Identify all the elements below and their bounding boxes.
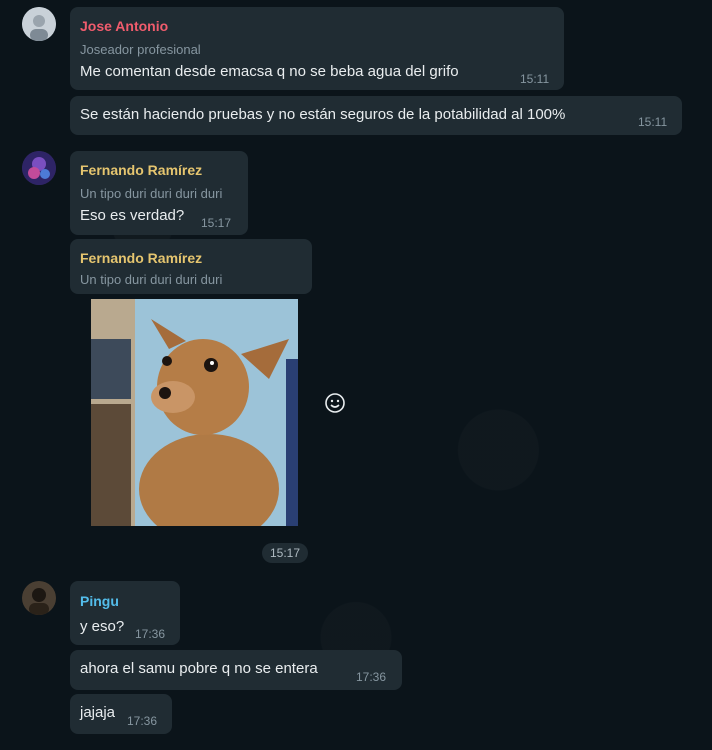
message-time: 15:11: [638, 115, 668, 129]
message-time: 17:36: [356, 670, 387, 684]
emoji-smile-icon[interactable]: [324, 392, 346, 414]
message-text: Se están haciendo pruebas y no están seg…: [80, 106, 566, 123]
message-bubble[interactable]: Pingu y eso? 17:36: [70, 581, 180, 645]
message-bubble[interactable]: Jose Antonio Joseador profesional Me com…: [70, 7, 564, 90]
avatar-fernando-ramirez[interactable]: [22, 151, 56, 185]
sender-name[interactable]: Pingu: [80, 593, 119, 609]
sender-name[interactable]: Fernando Ramírez: [80, 162, 202, 178]
image-message-header[interactable]: Fernando Ramírez Un tipo duri duri duri …: [70, 239, 312, 294]
message-time: 17:36: [135, 627, 166, 641]
message-time: 15:17: [201, 216, 232, 230]
message-text: jajaja: [80, 704, 116, 721]
message-bubble[interactable]: Se están haciendo pruebas y no están seg…: [70, 96, 682, 135]
avatar-jose-antonio[interactable]: [22, 7, 56, 41]
message-text: y eso?: [80, 618, 125, 635]
message-bubble[interactable]: jajaja 17:36: [70, 694, 172, 734]
image-time: 15:17: [262, 543, 309, 563]
message-time: 17:36: [127, 714, 158, 728]
message-time: 15:11: [520, 72, 550, 86]
sender-name[interactable]: Jose Antonio: [80, 18, 168, 34]
sender-subtitle: Joseador profesional: [80, 42, 201, 57]
message-bubble[interactable]: Fernando Ramírez Un tipo duri duri duri …: [70, 151, 248, 235]
dog-photo[interactable]: [91, 299, 298, 526]
sender-subtitle: Un tipo duri duri duri duri: [80, 272, 223, 287]
message-text: ahora el samu pobre q no se entera: [80, 660, 318, 677]
sender-subtitle: Un tipo duri duri duri duri: [80, 186, 223, 201]
avatar-pingu[interactable]: [22, 581, 56, 615]
sender-name[interactable]: Fernando Ramírez: [80, 250, 202, 266]
message-text: Eso es verdad?: [80, 207, 185, 224]
message-text: Me comentan desde emacsa q no se beba ag…: [80, 63, 459, 80]
message-bubble[interactable]: ahora el samu pobre q no se entera 17:36: [70, 650, 402, 690]
